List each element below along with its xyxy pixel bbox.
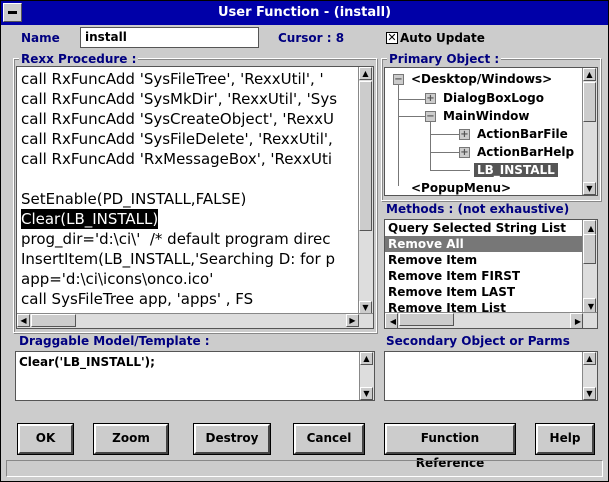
secondary-object-field[interactable]: ▲ ▼ <box>384 351 598 401</box>
scroll-up-icon[interactable]: ▲ <box>583 68 596 81</box>
ok-button[interactable]: OK <box>17 423 74 455</box>
rexx-horizontal-scrollbar[interactable]: ◀ ▶ <box>17 313 373 328</box>
tree-node[interactable]: MainWindow <box>443 109 530 123</box>
methods-list[interactable]: Query Selected String List Remove All Remo… <box>384 219 598 329</box>
expand-icon[interactable]: + <box>459 129 470 140</box>
method-item[interactable]: Remove Item LAST <box>385 284 597 300</box>
scroll-up-icon[interactable]: ▲ <box>359 67 372 80</box>
cursor-position: Cursor : 8 <box>278 31 345 45</box>
tree-node-selected[interactable]: LB_INSTALL <box>474 163 558 177</box>
collapse-icon[interactable]: − <box>425 111 436 122</box>
secondary-object-label: Secondary Object or Parms <box>386 334 570 348</box>
scroll-down-icon[interactable]: ▼ <box>583 182 596 195</box>
draggable-model-field[interactable]: Clear('LB_INSTALL'); ▲ ▼ <box>15 351 375 401</box>
code-line[interactable]: call RxFuncAdd 'SysFileDelete', 'RexxUti… <box>21 129 369 149</box>
cancel-button[interactable]: Cancel <box>293 423 365 455</box>
auto-update-label: Auto Update <box>400 31 485 45</box>
scroll-thumb[interactable] <box>583 234 596 264</box>
code-line[interactable]: InsertItem(LB_INSTALL,'Searching D: for … <box>21 249 369 269</box>
scroll-left-icon[interactable]: ◀ <box>385 313 398 328</box>
scroll-up-icon[interactable]: ▲ <box>360 352 373 365</box>
scroll-thumb[interactable] <box>583 82 596 122</box>
primary-object-label: Primary Object : <box>387 52 502 66</box>
rexx-procedure-label: Rexx Procedure : <box>19 52 139 66</box>
method-item[interactable]: Remove All <box>385 236 597 252</box>
draggable-model-label: Draggable Model/Template : <box>19 334 210 348</box>
method-item[interactable]: Query Selected String List <box>385 220 597 236</box>
status-bar <box>6 460 603 477</box>
method-item[interactable]: Remove Item FIRST <box>385 268 597 284</box>
zoom-button[interactable]: Zoom <box>93 423 169 455</box>
destroy-button[interactable]: Destroy <box>193 423 271 455</box>
rexx-editor[interactable]: call RxFuncAdd 'SysFileTree', 'RexxUtil'… <box>16 66 374 329</box>
collapse-icon[interactable]: − <box>393 74 404 85</box>
scroll-thumb[interactable] <box>31 314 76 327</box>
scroll-left-icon[interactable]: ◀ <box>17 314 30 327</box>
tree-vertical-scrollbar[interactable]: ▲ ▼ <box>582 68 597 195</box>
tree-node[interactable]: ActionBarHelp <box>477 145 574 159</box>
code-line[interactable]: call RxFuncAdd 'SysFileTree', 'RexxUtil'… <box>21 69 369 89</box>
name-label: Name <box>21 31 60 45</box>
rexx-vertical-scrollbar[interactable]: ▲ ▼ <box>358 67 373 314</box>
code-line[interactable]: app='d:\ci\icons\onco.ico' <box>21 269 369 289</box>
tree-node[interactable]: ActionBarFile <box>477 127 568 141</box>
scroll-thumb[interactable] <box>399 313 454 326</box>
user-function-window: User Function - (install) Name install C… <box>0 0 609 482</box>
rexx-code[interactable]: call RxFuncAdd 'SysFileTree', 'RexxUtil'… <box>17 67 373 311</box>
tree-node[interactable]: <Desktop/Windows> <box>411 72 552 86</box>
expand-icon[interactable]: + <box>459 147 470 158</box>
scroll-up-icon[interactable]: ▲ <box>583 352 596 365</box>
scroll-thumb[interactable] <box>359 81 372 231</box>
method-item[interactable]: Remove Item <box>385 252 597 268</box>
function-reference-button[interactable]: Function Reference <box>384 423 516 470</box>
expand-icon[interactable]: + <box>425 93 436 104</box>
tree-node[interactable]: DialogBoxLogo <box>443 91 544 105</box>
scroll-right-icon[interactable]: ▶ <box>346 314 359 327</box>
scroll-down-icon[interactable]: ▼ <box>583 387 596 400</box>
secondary-vertical-scrollbar[interactable]: ▲ ▼ <box>582 352 597 400</box>
primary-object-tree[interactable]: − <Desktop/Windows> + DialogBoxLogo − Ma… <box>384 67 598 196</box>
help-button[interactable]: Help <box>535 423 595 455</box>
title-bar: User Function - (install) <box>1 1 608 25</box>
scroll-down-icon[interactable]: ▼ <box>360 387 373 400</box>
auto-update-checkbox[interactable]: ✕ <box>386 32 398 44</box>
code-line[interactable]: call RxFuncAdd 'RxMessageBox', 'RexxUti <box>21 149 369 169</box>
code-line[interactable] <box>21 169 369 189</box>
tree-node[interactable]: <PopupMenu> <box>411 181 511 195</box>
name-input[interactable]: install <box>80 27 259 48</box>
methods-horizontal-scrollbar[interactable]: ◀ ▶ <box>385 312 597 328</box>
code-line[interactable]: call RxFuncAdd 'SysCreateObject', 'RexxU <box>21 109 369 129</box>
window-title: User Function - (install) <box>217 5 392 20</box>
code-line[interactable]: prog_dir='d:\ci\' /* default program dir… <box>21 229 369 249</box>
draggable-model-text[interactable]: Clear('LB_INSTALL'); <box>16 352 374 372</box>
code-line[interactable]: call RxFuncAdd 'SysMkDir', 'RexxUtil', '… <box>21 89 369 109</box>
methods-vertical-scrollbar[interactable]: ▲ ▼ <box>582 220 597 314</box>
code-line[interactable]: SetEnable(PD_INSTALL,FALSE) <box>21 189 369 209</box>
scroll-right-icon[interactable]: ▶ <box>570 313 583 328</box>
code-line[interactable]: Clear(LB_INSTALL) <box>21 209 159 229</box>
methods-label: Methods : (not exhaustive) <box>386 202 570 216</box>
draggable-vertical-scrollbar[interactable]: ▲ ▼ <box>359 352 374 400</box>
code-line[interactable]: call SysFileTree app, 'apps' , FS <box>21 289 369 309</box>
